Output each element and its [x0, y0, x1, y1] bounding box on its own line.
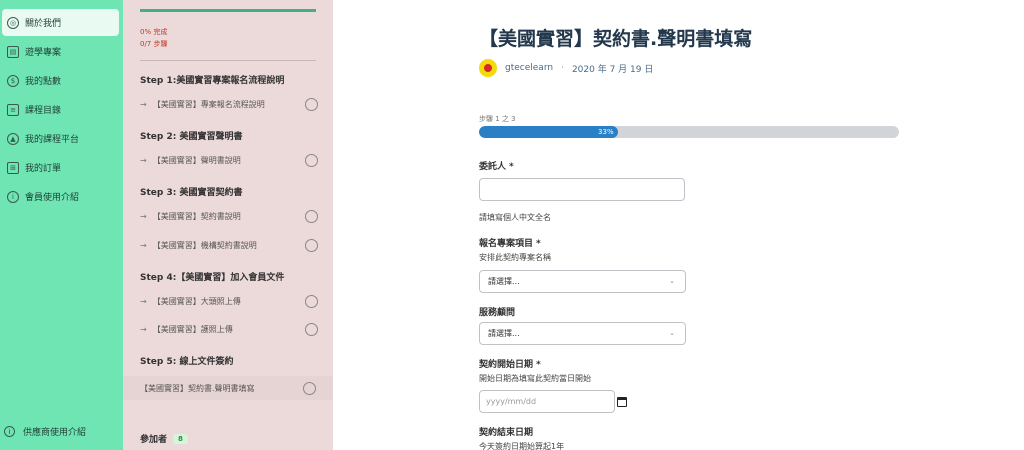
avatar[interactable]	[479, 59, 497, 77]
post-date: 2020 年 7 月 19 日	[571, 64, 654, 75]
step-heading[interactable]: Step 3: 美國實習契約書	[140, 185, 242, 198]
nav-label: 我的課程平台	[25, 135, 80, 145]
select-value: 請選擇...	[488, 277, 520, 286]
field-label-client: 委託人 *	[479, 162, 514, 172]
nav-item-member-guide[interactable]: i 會員使用介紹	[2, 183, 119, 210]
nav-item-my-courses[interactable]: ▲ 我的課程平台	[2, 125, 119, 152]
nav-label: 我的訂單	[25, 164, 62, 174]
client-name-input[interactable]	[479, 178, 685, 201]
incomplete-circle-icon	[305, 323, 318, 336]
participants-count-badge: 8	[173, 433, 188, 444]
chevron-down-icon: ⌄	[669, 329, 675, 337]
arrow-right-icon: →	[140, 297, 147, 306]
author-name[interactable]: gtecelearn	[505, 63, 553, 73]
course-outline: 0% 完成 0/7 步驟 Step 1:美國實習專案報名流程說明 → 【美國實習…	[123, 0, 333, 450]
field-label-advisor: 服務顧問	[479, 308, 516, 318]
compass-icon: ◎	[7, 16, 19, 29]
nav-item-points[interactable]: $ 我的點數	[2, 67, 119, 94]
main-nav: ◎ 關於我們 ▤ 遊學專案 $ 我的點數 ≡ 課程目錄 ▲ 我的課程平台 ⊞ 我…	[0, 0, 123, 450]
progress-percent: 0% 完成	[140, 28, 168, 36]
lesson-item[interactable]: → 【美國實習】大頭照上傳	[140, 295, 318, 308]
form-progress-bar: 33%	[479, 126, 899, 138]
calendar-icon[interactable]	[617, 397, 627, 407]
nav-label: 會員使用介紹	[25, 193, 80, 203]
course-progress: 0% 完成 0/7 步驟	[140, 26, 168, 50]
graduation-cap-icon: ▲	[7, 132, 19, 145]
nav-label: 供應商使用介紹	[23, 428, 87, 438]
field-label-end-date: 契約結束日期	[479, 428, 534, 438]
arrow-right-icon: →	[140, 325, 147, 334]
field-hint-start-date: 開始日期為填寫此契約當日開始	[479, 374, 591, 383]
incomplete-circle-icon	[305, 239, 318, 252]
incomplete-circle-icon	[305, 295, 318, 308]
main-content: 【美國實習】契約書.聲明書填寫 gtecelearn · 2020 年 7 月 …	[333, 0, 1024, 450]
incomplete-circle-icon	[305, 98, 318, 111]
progress-steps: 0/7 步驟	[140, 40, 168, 48]
participants: 參加者 8	[140, 432, 188, 445]
book-icon: ▤	[7, 45, 19, 58]
field-label-project: 報名專案項目 *	[479, 239, 541, 249]
form-progress-label: 33%	[598, 128, 614, 136]
participants-label: 參加者	[140, 435, 168, 445]
step-heading[interactable]: Step 2: 美國實習聲明書	[140, 129, 242, 142]
lesson-label: 【美國實習】契約書說明	[152, 212, 241, 221]
step-heading[interactable]: Step 5: 線上文件簽約	[140, 354, 233, 367]
nav-item-study-tours[interactable]: ▤ 遊學專案	[2, 38, 119, 65]
nav-item-vendor-guide[interactable]: i 供應商使用介紹	[4, 425, 86, 438]
lesson-item-current[interactable]: 【美國實習】契約書.聲明書填寫	[123, 376, 333, 400]
step-heading[interactable]: Step 1:美國實習專案報名流程說明	[140, 73, 284, 86]
field-label-start-date: 契約開始日期 *	[479, 360, 541, 370]
lesson-label: 【美國實習】專案報名流程說明	[152, 100, 265, 109]
lesson-label: 【美國實習】大頭照上傳	[152, 297, 241, 306]
incomplete-circle-icon	[305, 154, 318, 167]
field-hint-end-date: 今天簽約日期始算起1年	[479, 442, 565, 450]
course-progress-bar	[140, 9, 316, 12]
page-title: 【美國實習】契約書.聲明書填寫	[479, 28, 753, 50]
list-icon: ≡	[7, 103, 19, 116]
step-heading[interactable]: Step 4:【美國實習】加入會員文件	[140, 270, 284, 283]
arrow-right-icon: →	[140, 156, 147, 165]
lesson-item[interactable]: → 【美國實習】契約書說明	[140, 210, 318, 223]
field-hint-project: 安排此契約專案名稱	[479, 253, 551, 262]
nav-item-orders[interactable]: ⊞ 我的訂單	[2, 154, 119, 181]
nav-label: 遊學專案	[25, 48, 62, 58]
nav-item-about[interactable]: ◎ 關於我們	[2, 9, 119, 36]
chevron-down-icon: ⌄	[669, 277, 675, 285]
select-value: 請選擇...	[488, 329, 520, 338]
incomplete-circle-icon	[303, 381, 316, 395]
divider	[140, 60, 316, 61]
nav-label: 課程目錄	[25, 106, 62, 116]
nav-label: 我的點數	[25, 77, 62, 87]
arrow-right-icon: →	[140, 212, 147, 221]
coin-icon: $	[7, 74, 19, 87]
lesson-label: 【美國實習】護照上傳	[152, 325, 233, 334]
advisor-select[interactable]: 請選擇... ⌄	[479, 322, 686, 345]
lesson-label: 【美國實習】聲明書說明	[152, 156, 241, 165]
form-progress-fill: 33%	[479, 126, 618, 138]
cart-icon: ⊞	[7, 161, 19, 174]
form-step-indicator: 步驟 1 之 3	[479, 115, 516, 123]
nav-item-catalog[interactable]: ≡ 課程目錄	[2, 96, 119, 123]
lesson-label: 【美國實習】機構契約書說明	[152, 241, 257, 250]
lesson-item[interactable]: → 【美國實習】護照上傳	[140, 323, 318, 336]
lesson-item[interactable]: → 【美國實習】機構契約書說明	[140, 239, 318, 252]
info-icon: i	[4, 426, 15, 437]
field-hint-client: 請填寫個人中文全名	[479, 213, 551, 222]
lesson-item[interactable]: → 【美國實習】專案報名流程說明	[140, 98, 318, 111]
post-meta: gtecelearn · 2020 年 7 月 19 日	[479, 59, 653, 77]
arrow-right-icon: →	[140, 241, 147, 250]
project-select[interactable]: 請選擇... ⌄	[479, 270, 686, 293]
start-date-input[interactable]: yyyy/mm/dd	[479, 390, 615, 413]
nav-label: 關於我們	[25, 19, 62, 29]
incomplete-circle-icon	[305, 210, 318, 223]
arrow-right-icon: →	[140, 100, 147, 109]
lesson-item[interactable]: → 【美國實習】聲明書說明	[140, 154, 318, 167]
lesson-label: 【美國實習】契約書.聲明書填寫	[140, 383, 255, 393]
info-icon: i	[7, 190, 19, 203]
